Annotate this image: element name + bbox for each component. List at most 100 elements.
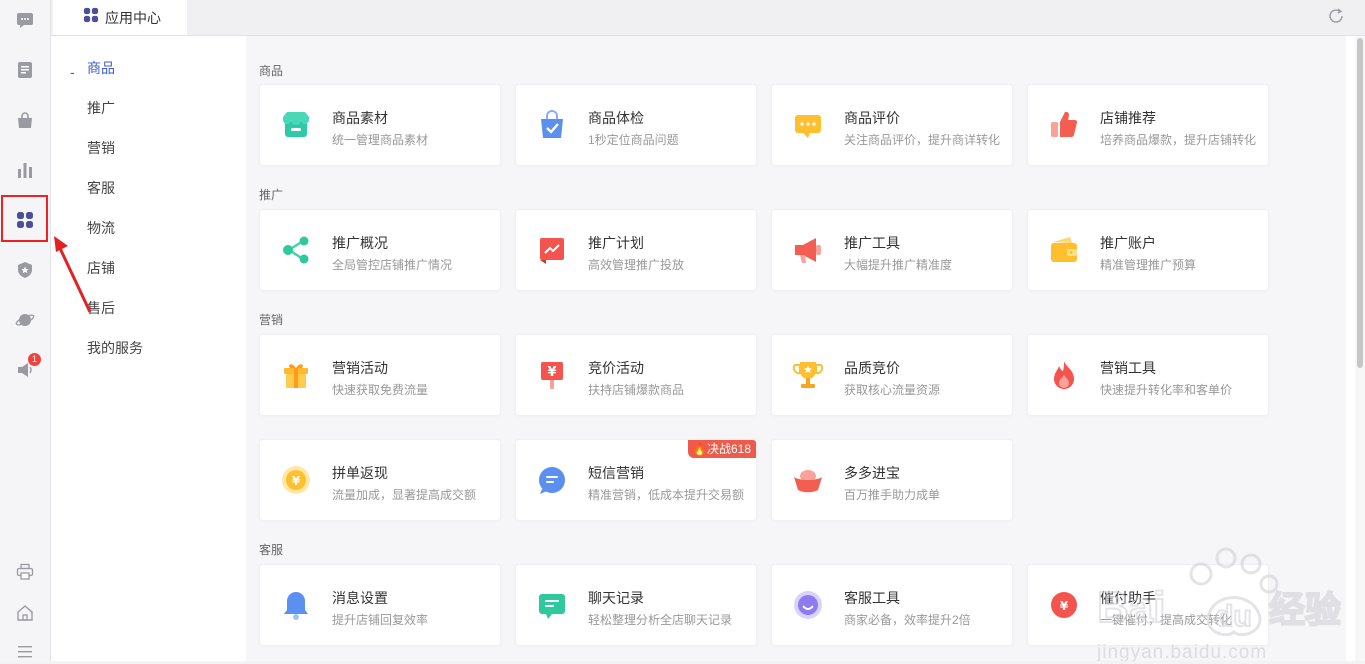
category-item-service[interactable]: 客服 xyxy=(51,176,211,216)
main-content: - 商品 推广 营销 客服 物流 店铺 售后 我的服务 商品 商品素材 统一管理商… xyxy=(51,36,1355,661)
card-desc: 百万推手助力成单 xyxy=(844,488,941,502)
comment-icon xyxy=(792,109,824,141)
menu-icon[interactable] xyxy=(13,640,37,664)
document-icon[interactable] xyxy=(13,58,37,82)
card-desc: 快速提升转化率和客单价 xyxy=(1100,383,1233,397)
card-desc: 商家必备，效率提升2倍 xyxy=(844,613,971,627)
card-desc: 关注商品评价，提升商详转化 xyxy=(844,133,1001,147)
category-item-marketing[interactable]: 营销 xyxy=(51,136,211,176)
category-item-promotion[interactable]: 推广 xyxy=(51,96,211,136)
app-card[interactable]: 🔥决战618 短信营销 精准营销，低成本提升交易额 xyxy=(516,440,756,520)
coin-icon: ¥ xyxy=(280,464,312,496)
app-card[interactable]: 消息设置 提升店铺回复效率 xyxy=(260,565,500,645)
scrollbar-thumb[interactable] xyxy=(1357,38,1363,368)
card-title: 推广计划 xyxy=(588,235,644,251)
card-title: 推广账户 xyxy=(1100,235,1156,251)
planet-icon[interactable] xyxy=(13,308,37,332)
card-title: 推广概况 xyxy=(332,235,388,251)
card-title: 短信营销 xyxy=(588,465,644,481)
chat-icon[interactable] xyxy=(13,8,37,32)
card-title: 营销工具 xyxy=(1100,360,1156,376)
svg-text:¥: ¥ xyxy=(1060,599,1069,613)
headset-icon xyxy=(792,589,824,621)
card-desc: 培养商品爆款，提升店铺转化 xyxy=(1100,133,1257,147)
app-card[interactable]: 商品体检 1秒定位商品问题 xyxy=(516,85,756,165)
thumbs-up-icon xyxy=(1048,109,1080,141)
card-title: 商品评价 xyxy=(844,110,900,126)
app-card[interactable]: 推广计划 高效管理推广投放 xyxy=(516,210,756,290)
svg-text:Bai: Bai xyxy=(1097,583,1165,632)
app-card[interactable]: 多多进宝 百万推手助力成单 xyxy=(772,440,1012,520)
gift-icon xyxy=(280,359,312,391)
trend-icon xyxy=(536,234,568,266)
trophy-icon xyxy=(792,359,824,391)
annotation-arrow xyxy=(54,236,92,313)
section-title: 推广 xyxy=(259,188,284,202)
app-card[interactable]: 营销活动 快速获取免费流量 xyxy=(260,335,500,415)
app-card[interactable]: 推广账户 精准管理推广预算 xyxy=(1028,210,1268,290)
tab-label: 应用中心 xyxy=(105,9,161,26)
store-icon xyxy=(280,109,312,141)
card-title: 品质竞价 xyxy=(844,360,900,376)
card-desc: 大幅提升推广精准度 xyxy=(844,258,953,272)
chat-record-icon xyxy=(536,589,568,621)
remind-icon: ¥ xyxy=(1048,589,1080,621)
check-bag-icon xyxy=(536,109,568,141)
tab-bar: 应用中心 xyxy=(51,0,1365,36)
svg-text:¥: ¥ xyxy=(292,474,301,488)
tab-app-center[interactable]: 应用中心 xyxy=(53,0,187,35)
shield-star-icon[interactable] xyxy=(13,258,37,282)
svg-text:jingyan.baidu.com: jingyan.baidu.com xyxy=(1096,642,1267,661)
card-desc: 精准营销，低成本提升交易额 xyxy=(588,488,745,502)
card-desc: 1秒定位商品问题 xyxy=(588,133,679,147)
category-item-my-services[interactable]: 我的服务 xyxy=(51,336,211,376)
category-item-goods[interactable]: - 商品 xyxy=(51,56,211,96)
app-card[interactable]: ¥ 竞价活动 扶持店铺爆款商品 xyxy=(516,335,756,415)
card-title: 多多进宝 xyxy=(844,465,900,481)
app-card[interactable]: 推广概况 全局管控店铺推广情况 xyxy=(260,210,500,290)
highlight-box xyxy=(1,195,48,242)
card-desc: 精准管理推广预算 xyxy=(1100,258,1197,272)
app-card[interactable]: 推广工具 大幅提升推广精准度 xyxy=(772,210,1012,290)
refresh-icon[interactable] xyxy=(1327,7,1345,30)
app-card[interactable]: 聊天记录 轻松整理分析全店聊天记录 xyxy=(516,565,756,645)
card-desc: 全局管控店铺推广情况 xyxy=(332,258,453,272)
card-title: 商品体检 xyxy=(588,110,644,126)
section-title: 营销 xyxy=(259,313,284,327)
section-title: 客服 xyxy=(259,543,284,557)
card-desc: 流量加成，显著提高成交额 xyxy=(332,488,477,502)
bell-icon xyxy=(280,589,312,621)
chart-icon[interactable] xyxy=(13,158,37,182)
svg-text:经验: 经验 xyxy=(1269,590,1341,631)
app-card[interactable]: 客服工具 商家必备，效率提升2倍 xyxy=(772,565,1012,645)
app-card[interactable]: 品质竞价 获取核心流量资源 xyxy=(772,335,1012,415)
card-title: 拼单返现 xyxy=(332,465,388,481)
printer-icon[interactable] xyxy=(13,560,37,584)
card-title: 店铺推荐 xyxy=(1100,110,1156,126)
card-desc: 统一管理商品素材 xyxy=(332,133,429,147)
bag-icon[interactable] xyxy=(13,108,37,132)
icon-rail: 1 xyxy=(0,0,51,661)
svg-text:¥: ¥ xyxy=(547,365,556,380)
card-title: 竞价活动 xyxy=(588,360,644,376)
promo-badge: 🔥决战618 xyxy=(688,440,756,458)
card-title: 聊天记录 xyxy=(588,590,644,606)
scrollbar[interactable] xyxy=(1355,36,1365,661)
card-title: 推广工具 xyxy=(844,235,900,251)
megaphone-icon xyxy=(792,234,824,266)
card-desc: 高效管理推广投放 xyxy=(588,258,685,272)
app-card[interactable]: ¥ 拼单返现 流量加成，显著提高成交额 xyxy=(260,440,500,520)
baidu-jingyan-watermark: Bai du 经验 jingyan.baidu.com xyxy=(1091,544,1342,661)
app-card[interactable]: 营销工具 快速提升转化率和客单价 xyxy=(1028,335,1268,415)
category-nav: - 商品 推广 营销 客服 物流 店铺 售后 我的服务 xyxy=(51,56,211,376)
app-card[interactable]: 商品评价 关注商品评价，提升商详转化 xyxy=(772,85,1012,165)
wallet-icon xyxy=(1048,234,1080,266)
sms-icon xyxy=(536,464,568,496)
card-desc: 获取核心流量资源 xyxy=(844,383,941,397)
app-card[interactable]: 店铺推荐 培养商品爆款，提升店铺转化 xyxy=(1028,85,1268,165)
app-card[interactable]: 商品素材 统一管理商品素材 xyxy=(260,85,500,165)
card-desc: 提升店铺回复效率 xyxy=(332,613,429,627)
home-icon[interactable] xyxy=(13,601,37,625)
apps-icon xyxy=(83,7,99,28)
flame-icon xyxy=(1048,359,1080,391)
